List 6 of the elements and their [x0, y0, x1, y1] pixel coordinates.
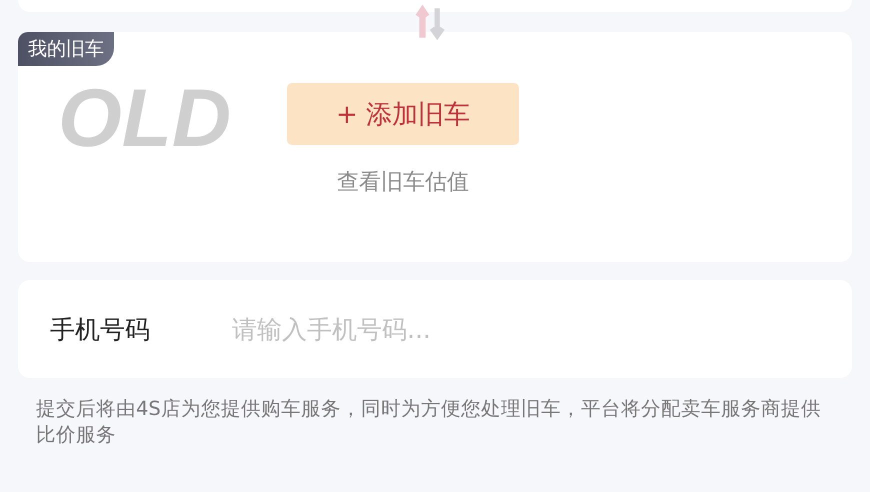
phone-input[interactable]: 请输入手机号码...	[230, 314, 634, 344]
phone-label: 手机号码	[50, 314, 151, 346]
add-car-button[interactable]: + 添加旧车	[287, 83, 519, 145]
card-tag: 我的旧车	[18, 32, 114, 66]
valuation-link[interactable]: 查看旧车估值	[337, 167, 469, 197]
notice-text: 提交后将由4S店为您提供购车服务，同时为方便您处理旧车，平台将分配卖车服务商提供比价服务	[36, 396, 822, 448]
